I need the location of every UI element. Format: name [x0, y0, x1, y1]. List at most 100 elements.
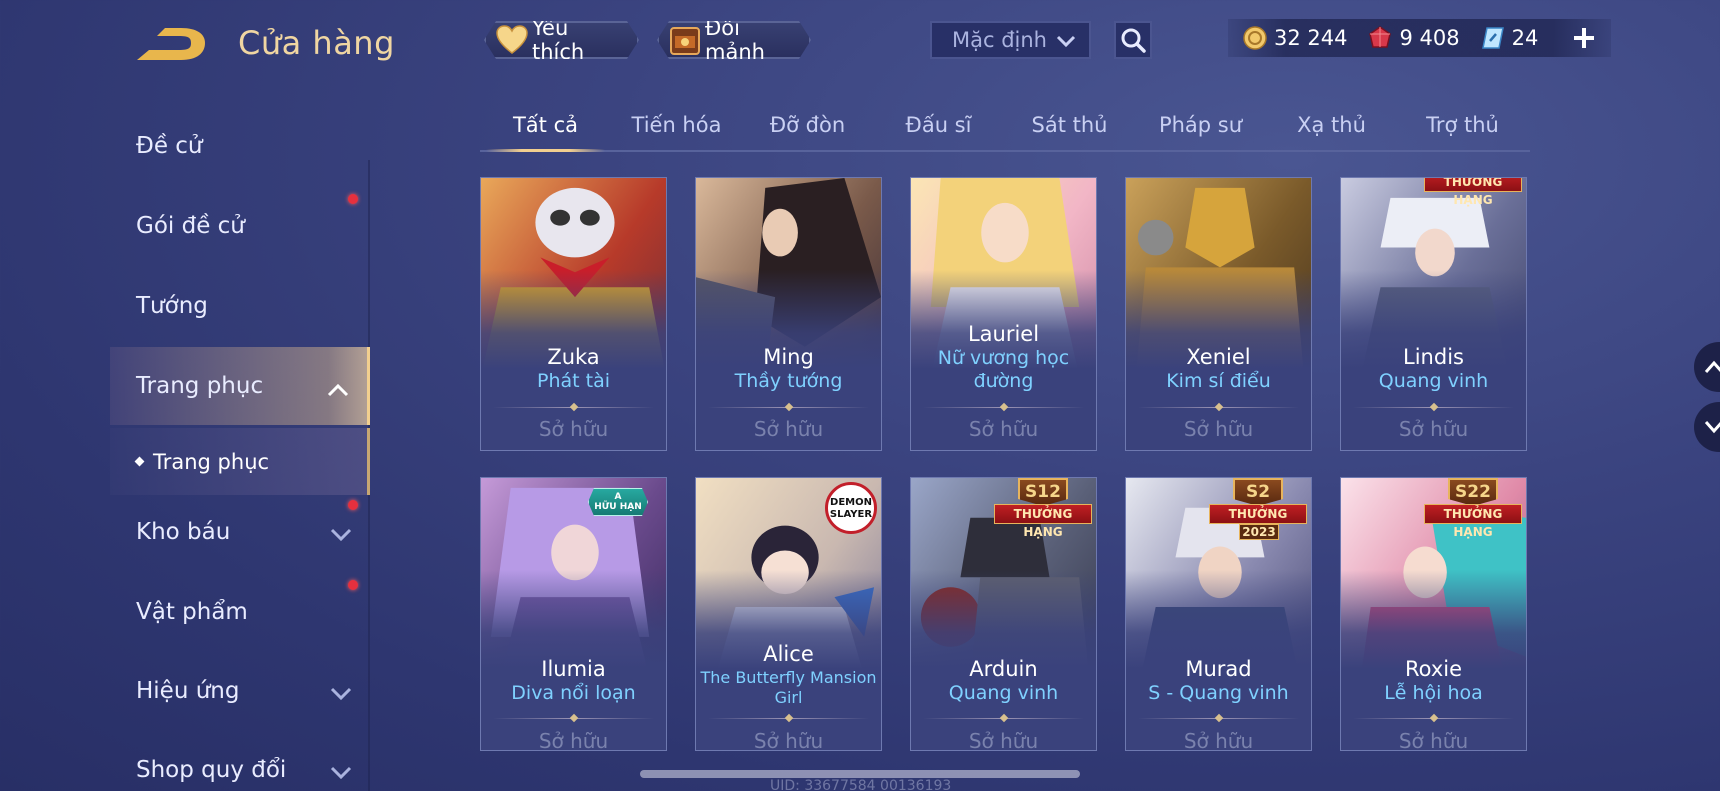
- sidebar-item-heroes[interactable]: Tướng: [110, 268, 370, 344]
- sidebar-item-items[interactable]: Vật phẩm: [110, 574, 370, 650]
- sort-dropdown-value: Mặc định: [952, 28, 1047, 52]
- chevron-down-icon: [330, 760, 352, 786]
- season-medal: S22: [1448, 478, 1498, 506]
- scroll-down-button[interactable]: [1694, 402, 1720, 452]
- season-medal: S12: [1018, 478, 1068, 506]
- owned-status: Sở hữu: [1398, 729, 1469, 751]
- owned-status: Sở hữu: [1183, 417, 1254, 441]
- search-button[interactable]: [1114, 21, 1152, 59]
- home-indicator[interactable]: [640, 770, 1080, 778]
- page-title: Cửa hàng: [238, 24, 395, 62]
- favorites-button[interactable]: Yêu thích: [484, 21, 639, 59]
- card-separator: [708, 718, 869, 719]
- hero-name: Xeniel: [1186, 345, 1251, 369]
- skin-card-lauriel[interactable]: Lauriel Nữ vương học đường Sở hữu: [910, 177, 1097, 451]
- ranked-reward-badge: S12 THƯỞNG HẠNG: [994, 478, 1092, 539]
- owned-status: Sở hữu: [1183, 729, 1254, 751]
- limited-badge-grade: A: [614, 492, 622, 502]
- gold-balance: 32 244: [1242, 25, 1347, 51]
- hero-name: Murad: [1185, 657, 1252, 681]
- sidebar-subitem-skins[interactable]: Trang phục: [110, 428, 370, 495]
- tab-assassin[interactable]: Sát thủ: [1004, 100, 1135, 150]
- card-separator: [1138, 407, 1299, 408]
- tab-support[interactable]: Trợ thủ: [1397, 100, 1528, 150]
- tab-marksman[interactable]: Xạ thủ: [1266, 100, 1397, 150]
- skin-name: Lễ hội hoa: [1384, 682, 1483, 704]
- gold-amount: 32 244: [1274, 26, 1348, 50]
- sidebar-item-recommended-packs[interactable]: Gói đề cử: [110, 188, 370, 264]
- skin-name: Quang vinh: [948, 682, 1059, 704]
- skin-card-lindis[interactable]: THƯỞNG HẠNG Lindis Quang vinh Sở hữu: [1340, 177, 1527, 451]
- notification-dot: [348, 580, 358, 590]
- voucher-balance: 24: [1480, 25, 1539, 51]
- sidebar-item-label: Vật phẩm: [136, 599, 248, 625]
- gem-amount: 9 408: [1399, 26, 1460, 50]
- ranked-reward-badge: S22 THƯỞNG HẠNG: [1424, 478, 1522, 539]
- owned-status: Sở hữu: [968, 729, 1039, 751]
- shard-exchange-button[interactable]: Đổi mảnh: [657, 21, 811, 59]
- owned-status: Sở hữu: [753, 417, 824, 441]
- skin-card-zuka[interactable]: Zuka Phát tài Sở hữu: [480, 177, 667, 451]
- hero-name: Zuka: [547, 345, 600, 369]
- card-separator: [708, 407, 869, 408]
- skin-name: Quang vinh: [1378, 370, 1489, 392]
- season-medal: S2: [1233, 478, 1283, 506]
- skin-card-arduin[interactable]: S12 THƯỞNG HẠNG Arduin Quang vinh Sở hữu: [910, 477, 1097, 751]
- skin-name: Phát tài: [536, 370, 610, 392]
- red-gem-icon: [1367, 25, 1393, 51]
- sort-dropdown[interactable]: Mặc định: [930, 21, 1091, 59]
- skin-card-roxie[interactable]: S22 THƯỞNG HẠNG Roxie Lễ hội hoa Sở hữu: [1340, 477, 1527, 751]
- shop-screen: Đề cử Gói đề cử Tướng Trang phục Trang p…: [0, 0, 1720, 791]
- sidebar-subitem-label: Trang phục: [153, 449, 270, 474]
- skin-card-alice[interactable]: DEMON SLAYER Alice The Butterfly Mansion…: [695, 477, 882, 751]
- sidebar-item-label: Gói đề cử: [136, 213, 245, 239]
- hero-name: Alice: [763, 642, 814, 666]
- treasure-chest-icon: [669, 23, 701, 57]
- shard-exchange-label: Đổi mảnh: [705, 16, 765, 64]
- tab-fighter[interactable]: Đấu sĩ: [873, 100, 1004, 150]
- owned-status: Sở hữu: [1398, 417, 1469, 441]
- skin-grid: Zuka Phát tài Sở hữu Ming Thầy tướng Sở …: [480, 177, 1530, 791]
- sidebar-item-treasure[interactable]: Kho báu: [110, 494, 370, 570]
- owned-status: Sở hữu: [538, 729, 609, 751]
- card-separator: [1138, 718, 1299, 719]
- chevron-down-icon: [330, 681, 352, 707]
- tab-evolution[interactable]: Tiến hóa: [611, 100, 742, 150]
- skin-name: S - Quang vinh: [1148, 682, 1289, 704]
- tab-tank[interactable]: Đỡ đòn: [742, 100, 873, 150]
- hero-name: Roxie: [1404, 657, 1463, 681]
- gem-balance: 9 408: [1367, 25, 1460, 51]
- notification-dot: [348, 500, 358, 510]
- skin-card-murad[interactable]: S2 THƯỞNG HẠNG 2023 Murad S - Quang vinh…: [1125, 477, 1312, 751]
- skin-name: The Butterfly Mansion Girl: [700, 668, 877, 707]
- sidebar-item-effects[interactable]: Hiệu ứng: [110, 653, 370, 729]
- gold-coin-icon: [1242, 25, 1268, 51]
- hero-name: Lindis: [1403, 345, 1464, 369]
- back-button[interactable]: [135, 26, 207, 66]
- favorites-label: Yêu thích: [532, 16, 585, 64]
- limited-badge-label: HỮU HẠN: [594, 502, 642, 512]
- skin-card-ming[interactable]: Ming Thầy tướng Sở hữu: [695, 177, 882, 451]
- sidebar-item-skins[interactable]: Trang phục: [110, 347, 370, 425]
- skin-name: Kim sí điểu: [1166, 370, 1271, 392]
- card-separator: [493, 718, 654, 719]
- sidebar-item-label: Đề cử: [136, 133, 203, 159]
- chevron-up-icon: [327, 377, 349, 403]
- tab-all[interactable]: Tất cả: [480, 100, 611, 152]
- currency-bar: 32 244 9 408 24: [1228, 19, 1611, 57]
- tab-mage[interactable]: Pháp sư: [1135, 100, 1266, 150]
- voucher-amount: 24: [1511, 26, 1539, 50]
- sidebar-item-recommended[interactable]: Đề cử: [110, 108, 370, 184]
- sidebar: Đề cử Gói đề cử Tướng Trang phục Trang p…: [0, 0, 370, 791]
- skin-card-ilumia[interactable]: A HỮU HẠN Ilumia Diva nổi loạn Sở hữu: [480, 477, 667, 751]
- sidebar-item-exchange-shop[interactable]: Shop quy đổi: [110, 732, 370, 791]
- scroll-up-button[interactable]: [1694, 342, 1720, 392]
- demon-slayer-badge: DEMON SLAYER: [825, 482, 877, 534]
- owned-status: Sở hữu: [753, 729, 824, 751]
- skin-card-xeniel[interactable]: Xeniel Kim sí điểu Sở hữu: [1125, 177, 1312, 451]
- uid-text: UID: 33677584 00136193: [770, 778, 952, 791]
- ranked-reward-ribbon: THƯỞNG HẠNG: [1209, 504, 1307, 539]
- add-currency-button[interactable]: [1565, 19, 1603, 57]
- search-icon: [1121, 28, 1146, 53]
- chevron-down-icon: [1055, 30, 1077, 57]
